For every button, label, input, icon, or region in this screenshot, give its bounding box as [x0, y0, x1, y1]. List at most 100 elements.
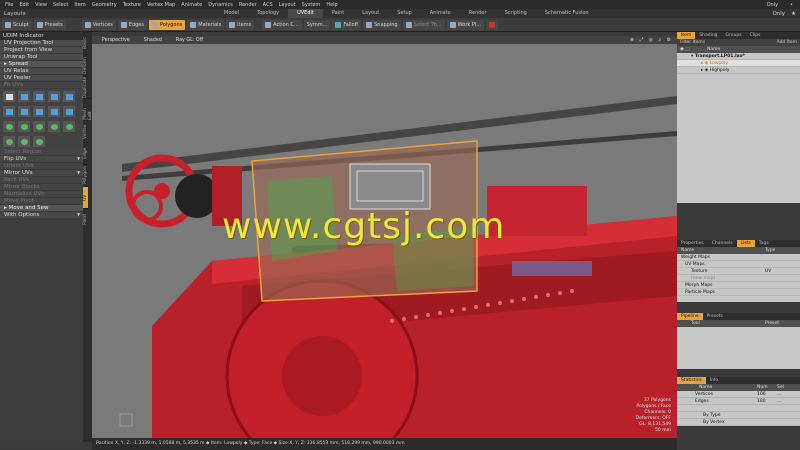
menu-view[interactable]: View: [32, 2, 50, 8]
tab-scripting[interactable]: Scripting: [496, 9, 536, 18]
list-item[interactable]: Morph Maps: [677, 282, 800, 289]
menu-texture[interactable]: Texture: [120, 2, 144, 8]
align-up-button[interactable]: [3, 121, 15, 132]
uv-scale-button[interactable]: [48, 91, 60, 102]
tab-layout[interactable]: Layout: [353, 9, 388, 18]
with-options-dropdown[interactable]: With Options ▾: [0, 212, 83, 219]
stats-row-by-type[interactable]: By Type: [677, 412, 800, 419]
shading-dropdown[interactable]: Shaded: [144, 38, 162, 43]
3d-viewport[interactable]: www.cgtsj.com 37 Polygons Polygons / Fac…: [92, 36, 677, 438]
menu-file[interactable]: File: [2, 2, 16, 8]
uv-stretch-button[interactable]: [63, 91, 75, 102]
tab-shading[interactable]: Shading: [695, 32, 721, 39]
star-icon[interactable]: ★: [791, 11, 796, 17]
projection-dropdown[interactable]: Perspective: [102, 38, 130, 43]
presets-button[interactable]: Presets: [33, 19, 66, 30]
tab-statistics[interactable]: Statistics: [677, 377, 706, 384]
list-item[interactable]: (new map): [677, 275, 800, 282]
uv-sphere-button[interactable]: [48, 106, 60, 117]
tab-setup[interactable]: Setup: [388, 9, 421, 18]
menu-select[interactable]: Select: [50, 2, 71, 8]
uv-move-button[interactable]: [18, 91, 30, 102]
select-through-button[interactable]: Select Th...: [402, 19, 445, 30]
tab-tags[interactable]: Tags: [755, 240, 773, 247]
tab-uvedit[interactable]: UVEdit: [288, 9, 323, 18]
snapping-button[interactable]: Snapping: [363, 19, 401, 30]
uv-peeler[interactable]: UV Peeler: [0, 75, 83, 82]
stats-row-by-vertex[interactable]: By Vertex: [677, 419, 800, 426]
uv-rotate-button[interactable]: [33, 91, 45, 102]
stats-row-vertices[interactable]: Vertices 106...: [677, 391, 800, 398]
stats-row-polygons[interactable]: [677, 405, 800, 412]
vertices-button[interactable]: Vertices: [81, 19, 116, 30]
menu-edit[interactable]: Edit: [16, 2, 32, 8]
materials-button[interactable]: Materials: [187, 19, 225, 30]
unwrap-tool[interactable]: Unwrap Tool: [0, 54, 83, 61]
render-dropdown[interactable]: Ray GL: Off: [176, 38, 203, 43]
uv-transform-button[interactable]: [3, 91, 15, 102]
move-and-sew-section[interactable]: ▸ Move and Sew: [0, 205, 83, 212]
uv-cube-button[interactable]: [3, 106, 15, 117]
list-item[interactable]: UV Maps: [677, 261, 800, 268]
menu-item[interactable]: Item: [71, 2, 88, 8]
vtab-duplicate[interactable]: Duplicate: [83, 76, 88, 98]
mirror-blocks[interactable]: Mirror Blocks: [0, 184, 83, 191]
only-toggle-2[interactable]: Only: [772, 11, 785, 17]
filter-items-dropdown[interactable]: Filter Items: [680, 39, 705, 46]
polygons-button[interactable]: Polygons: [148, 19, 186, 30]
tab-topology[interactable]: Topology: [248, 9, 288, 18]
tab-item[interactable]: Item: [677, 32, 696, 39]
stats-row-edges[interactable]: Edges 180...: [677, 398, 800, 405]
vtab-paint[interactable]: Paint: [83, 208, 88, 230]
only-toggle[interactable]: Only: [764, 2, 781, 8]
project-from-view[interactable]: Project from View: [0, 47, 83, 54]
tab-clips[interactable]: Clips: [746, 32, 765, 39]
align-bottom-left-button[interactable]: [3, 136, 15, 147]
tab-properties[interactable]: Properties: [677, 240, 708, 247]
menu-layout[interactable]: Layout: [276, 2, 299, 8]
tab-schematic-fusion[interactable]: Schematic Fusion: [536, 9, 598, 18]
list-item[interactable]: Weight Maps: [677, 254, 800, 261]
normalize-uvs[interactable]: Normalize UVs: [0, 191, 83, 198]
tab-model[interactable]: Model: [215, 9, 248, 18]
fit-uvs[interactable]: Fit UVs: [0, 82, 83, 89]
vtab-polygon[interactable]: Polygon: [83, 164, 88, 186]
uv-box-button[interactable]: [63, 106, 75, 117]
vtab-edge[interactable]: Edge: [83, 142, 88, 164]
tab-paint[interactable]: Paint: [323, 9, 353, 18]
mirror-uvs-dropdown[interactable]: Mirror UVs ▾: [0, 170, 83, 177]
align-bottom-button[interactable]: [18, 136, 30, 147]
menu-system[interactable]: System: [299, 2, 324, 8]
vtab-basic[interactable]: Basic: [83, 32, 88, 54]
udim-indicator-header[interactable]: UDIM Indicator: [0, 32, 83, 40]
menu-help[interactable]: Help: [323, 2, 340, 8]
menu-geometry[interactable]: Geometry: [89, 2, 120, 8]
menu-acs[interactable]: ACS: [260, 2, 276, 8]
orient-uvs[interactable]: Orient UVs: [0, 163, 83, 170]
tree-item-highpoly[interactable]: ▸ ◈ Highpoly: [677, 67, 800, 74]
menu-animate[interactable]: Animate: [178, 2, 205, 8]
falloff-button[interactable]: Falloff: [332, 19, 362, 30]
menu-dynamics[interactable]: Dynamics: [205, 2, 236, 8]
tab-groups[interactable]: Groups: [722, 32, 746, 39]
move-pivot[interactable]: Move Pivot: [0, 198, 83, 205]
vtab-vertex[interactable]: Vertex: [83, 120, 88, 142]
edges-button[interactable]: Edges: [117, 19, 147, 30]
menu-vertex-map[interactable]: Vertex Map: [144, 2, 178, 8]
flip-uvs-dropdown[interactable]: Flip UVs ▾: [0, 156, 83, 163]
align-down-button[interactable]: [63, 121, 75, 132]
vtab-deform[interactable]: Deform: [83, 54, 88, 76]
tab-presets[interactable]: Presets: [703, 313, 727, 320]
viewport-nav-icons[interactable]: ⊕ ⤢ ◎ ⌕ ⚙: [630, 37, 677, 43]
symmetry-button[interactable]: Symm...: [303, 19, 331, 30]
align-center-button[interactable]: [33, 121, 45, 132]
align-bottom-right-button[interactable]: [33, 136, 45, 147]
add-item-button[interactable]: Add Item: [777, 39, 797, 46]
menu-render[interactable]: Render: [236, 2, 260, 8]
vtab-uv[interactable]: UV: [83, 186, 88, 208]
layouts-label[interactable]: Layouts: [0, 11, 215, 17]
uv-relax[interactable]: UV Relax: [0, 68, 83, 75]
tab-lists[interactable]: Lists: [736, 240, 755, 247]
tab-animate[interactable]: Animate: [421, 9, 460, 18]
uv-plane-button[interactable]: [33, 106, 45, 117]
